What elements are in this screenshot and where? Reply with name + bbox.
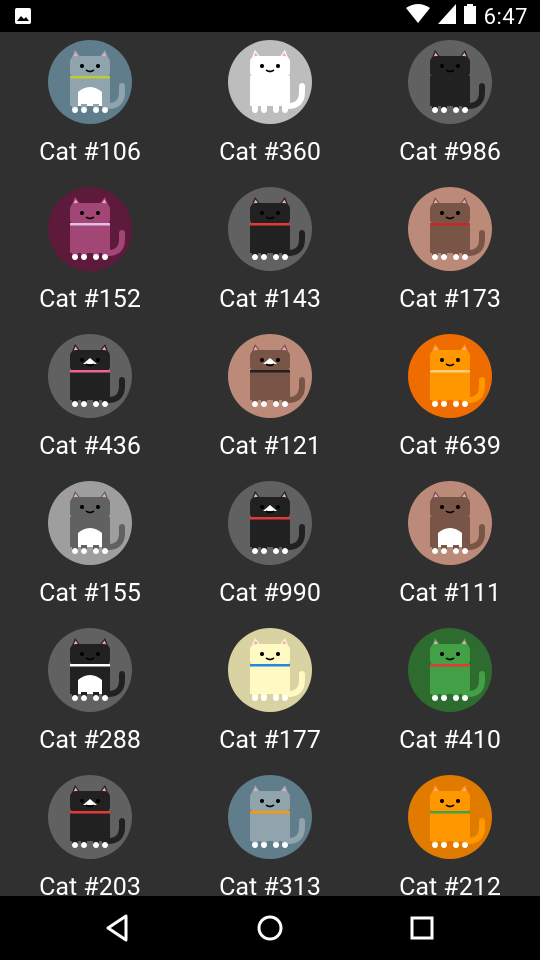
cat-item[interactable]: Cat #288: [0, 620, 180, 767]
cat-item[interactable]: Cat #360: [180, 32, 360, 179]
cat-icon: [48, 334, 132, 418]
cat-icon: [48, 481, 132, 565]
cat-icon: [408, 481, 492, 565]
home-icon[interactable]: [250, 908, 290, 948]
cat-item[interactable]: Cat #313: [180, 767, 360, 896]
cat-item[interactable]: Cat #152: [0, 179, 180, 326]
cat-item[interactable]: Cat #106: [0, 32, 180, 179]
cat-item[interactable]: Cat #986: [360, 32, 540, 179]
cat-icon: [48, 40, 132, 124]
cat-item[interactable]: Cat #990: [180, 473, 360, 620]
cat-label: Cat #143: [219, 285, 321, 314]
cat-label: Cat #410: [399, 726, 501, 755]
back-icon[interactable]: [98, 908, 138, 948]
cat-label: Cat #360: [219, 138, 321, 167]
cat-item[interactable]: Cat #177: [180, 620, 360, 767]
cat-item[interactable]: Cat #410: [360, 620, 540, 767]
signal-icon: [437, 4, 456, 30]
cat-label: Cat #152: [39, 285, 141, 314]
cat-icon: [48, 775, 132, 859]
cat-label: Cat #436: [39, 432, 141, 461]
cat-icon: [228, 40, 312, 124]
cat-label: Cat #313: [219, 873, 321, 896]
cat-item[interactable]: Cat #155: [0, 473, 180, 620]
status-bar: 6:47: [0, 0, 540, 32]
cat-label: Cat #121: [219, 432, 321, 461]
cat-item[interactable]: Cat #203: [0, 767, 180, 896]
cat-label: Cat #212: [399, 873, 501, 896]
cat-item[interactable]: Cat #173: [360, 179, 540, 326]
cat-item[interactable]: Cat #143: [180, 179, 360, 326]
cat-label: Cat #986: [399, 138, 501, 167]
cat-item[interactable]: Cat #639: [360, 326, 540, 473]
cat-label: Cat #639: [399, 432, 501, 461]
cat-icon: [228, 775, 312, 859]
clock: 6:47: [483, 4, 528, 30]
cat-item[interactable]: Cat #121: [180, 326, 360, 473]
cat-item[interactable]: Cat #111: [360, 473, 540, 620]
cat-label: Cat #106: [39, 138, 141, 167]
cat-icon: [408, 334, 492, 418]
cat-label: Cat #203: [39, 873, 141, 896]
cat-icon: [228, 481, 312, 565]
cat-icon: [228, 187, 312, 271]
cat-icon: [408, 628, 492, 712]
cat-label: Cat #288: [39, 726, 141, 755]
cat-label: Cat #177: [219, 726, 321, 755]
wifi-icon: [405, 4, 430, 30]
cat-icon: [408, 187, 492, 271]
cat-icon: [48, 187, 132, 271]
cat-label: Cat #990: [219, 579, 321, 608]
cat-label: Cat #111: [399, 579, 501, 608]
image-icon: [14, 7, 32, 31]
cat-icon: [228, 334, 312, 418]
navigation-bar: [0, 896, 540, 960]
cat-icon: [228, 628, 312, 712]
cat-label: Cat #155: [39, 579, 141, 608]
cat-item[interactable]: Cat #212: [360, 767, 540, 896]
battery-icon: [463, 4, 476, 30]
cat-item[interactable]: Cat #436: [0, 326, 180, 473]
cat-icon: [408, 40, 492, 124]
recent-apps-icon[interactable]: [402, 908, 442, 948]
cat-icon: [48, 628, 132, 712]
cat-icon: [408, 775, 492, 859]
cat-grid[interactable]: Cat #106 Cat #360 Cat #986 Cat #152 Cat …: [0, 32, 540, 896]
cat-label: Cat #173: [399, 285, 501, 314]
